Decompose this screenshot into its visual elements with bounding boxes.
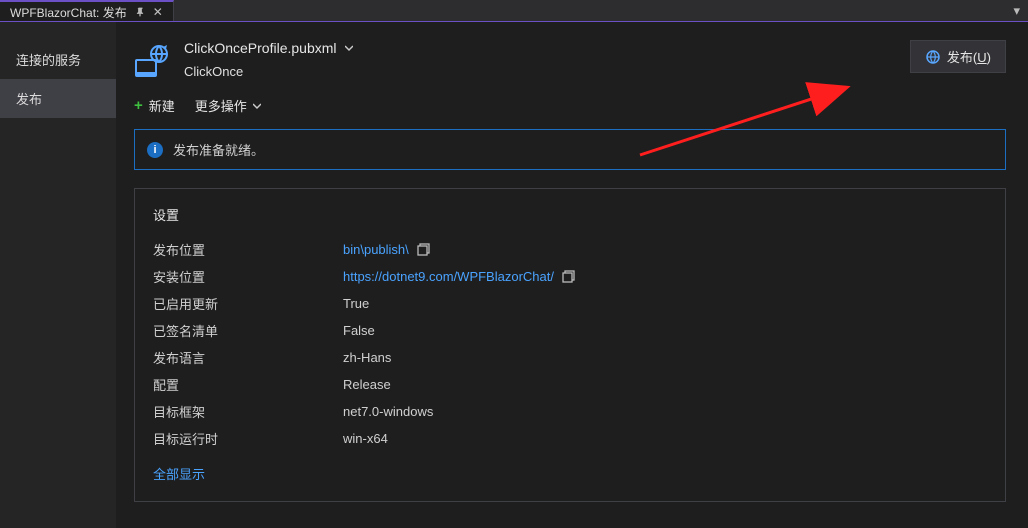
settings-value[interactable]: bin\publish\ [343,242,431,258]
sidebar-item-label: 发布 [16,92,42,107]
tab-overflow-dropdown[interactable]: ▾ [1005,3,1028,19]
more-label: 更多操作 [195,96,247,115]
publish-button[interactable]: 发布(U) [910,40,1006,73]
chevron-down-icon [253,102,261,110]
globe-upload-icon [925,49,941,65]
pin-icon[interactable] [135,7,145,17]
settings-row: 目标框架net7.0-windows [153,398,987,425]
settings-key: 发布语言 [153,348,343,367]
settings-key: 已启用更新 [153,294,343,313]
close-icon[interactable]: ✕ [153,5,163,19]
settings-value: net7.0-windows [343,404,433,419]
settings-key: 目标框架 [153,402,343,421]
new-profile-button[interactable]: + 新建 [134,96,175,115]
settings-row: 目标运行时win-x64 [153,425,987,452]
settings-value: zh-Hans [343,350,391,365]
publish-profile-icon [134,44,170,80]
settings-value[interactable]: https://dotnet9.com/WPFBlazorChat/ [343,269,576,285]
show-all-link[interactable]: 全部显示 [153,464,987,483]
settings-row: 已签名清单False [153,317,987,344]
document-tab[interactable]: WPFBlazorChat: 发布 ✕ [0,0,174,22]
info-icon: i [147,142,163,158]
settings-panel: 设置 发布位置bin\publish\安装位置https://dotnet9.c… [134,188,1006,502]
copy-icon[interactable] [562,270,576,284]
settings-row: 已启用更新True [153,290,987,317]
settings-row: 安装位置https://dotnet9.com/WPFBlazorChat/ [153,263,987,290]
settings-value: False [343,323,375,338]
show-all-label: 全部显示 [153,467,205,482]
settings-value: win-x64 [343,431,388,446]
sidebar-item-publish[interactable]: 发布 [0,79,116,118]
main-content: ClickOnceProfile.pubxml ClickOnce 发布(U) … [116,22,1028,528]
settings-key: 目标运行时 [153,429,343,448]
copy-icon[interactable] [417,243,431,257]
sidebar-item-label: 连接的服务 [16,53,81,68]
publish-button-label: 发布(U) [947,47,991,66]
new-label: 新建 [149,96,175,115]
settings-key: 已签名清单 [153,321,343,340]
tab-title: WPFBlazorChat: 发布 [10,4,127,21]
more-actions-dropdown[interactable]: 更多操作 [195,96,261,115]
sidebar-item-connected-services[interactable]: 连接的服务 [0,40,116,79]
profile-selector[interactable]: ClickOnceProfile.pubxml [184,40,353,56]
settings-key: 安装位置 [153,267,343,286]
publish-method: ClickOnce [184,64,353,79]
settings-key: 发布位置 [153,240,343,259]
status-banner: i 发布准备就绪。 [134,129,1006,170]
tab-bar: WPFBlazorChat: 发布 ✕ ▾ [0,0,1028,22]
settings-row: 发布语言zh-Hans [153,344,987,371]
settings-value: True [343,296,369,311]
plus-icon: + [134,98,143,113]
settings-key: 配置 [153,375,343,394]
status-text: 发布准备就绪。 [173,140,264,159]
chevron-down-icon [345,44,353,52]
settings-row: 发布位置bin\publish\ [153,236,987,263]
settings-value: Release [343,377,391,392]
profile-file-name: ClickOnceProfile.pubxml [184,40,337,56]
sidebar: 连接的服务 发布 [0,22,116,528]
settings-title: 设置 [153,205,987,224]
settings-row: 配置Release [153,371,987,398]
